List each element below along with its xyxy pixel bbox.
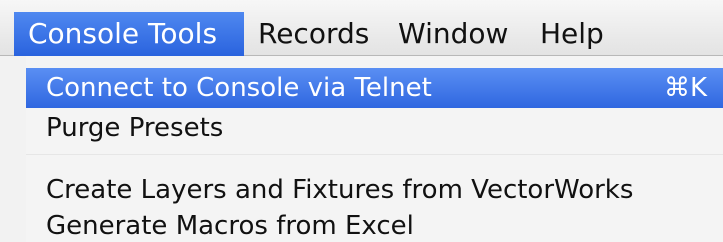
menu-item-purge-presets[interactable]: Purge Presets xyxy=(26,108,723,148)
menu-item-generate-macros[interactable]: Generate Macros from Excel xyxy=(26,206,723,242)
application-screen: Console Tools Records Window Help Connec… xyxy=(0,0,723,242)
menu-item-label: Purge Presets xyxy=(46,113,224,143)
menu-window[interactable]: Window xyxy=(398,12,508,56)
shortcut-label: ⌘K xyxy=(663,73,707,103)
menu-bar: Console Tools Records Window Help xyxy=(0,0,723,56)
menu-item-label: Create Layers and Fixtures from VectorWo… xyxy=(46,175,634,205)
menu-separator xyxy=(26,154,723,155)
console-tools-dropdown: Connect to Console via Telnet ⌘K Purge P… xyxy=(26,56,723,242)
menu-item-create-layers-fixtures[interactable]: Create Layers and Fixtures from VectorWo… xyxy=(26,170,723,210)
menu-help[interactable]: Help xyxy=(540,12,604,56)
menu-console-tools[interactable]: Console Tools xyxy=(14,12,244,56)
menu-item-label: Generate Macros from Excel xyxy=(46,211,414,241)
menu-item-label: Connect to Console via Telnet xyxy=(46,73,432,103)
menu-records[interactable]: Records xyxy=(258,12,369,56)
menu-item-connect-telnet[interactable]: Connect to Console via Telnet ⌘K xyxy=(26,68,723,108)
